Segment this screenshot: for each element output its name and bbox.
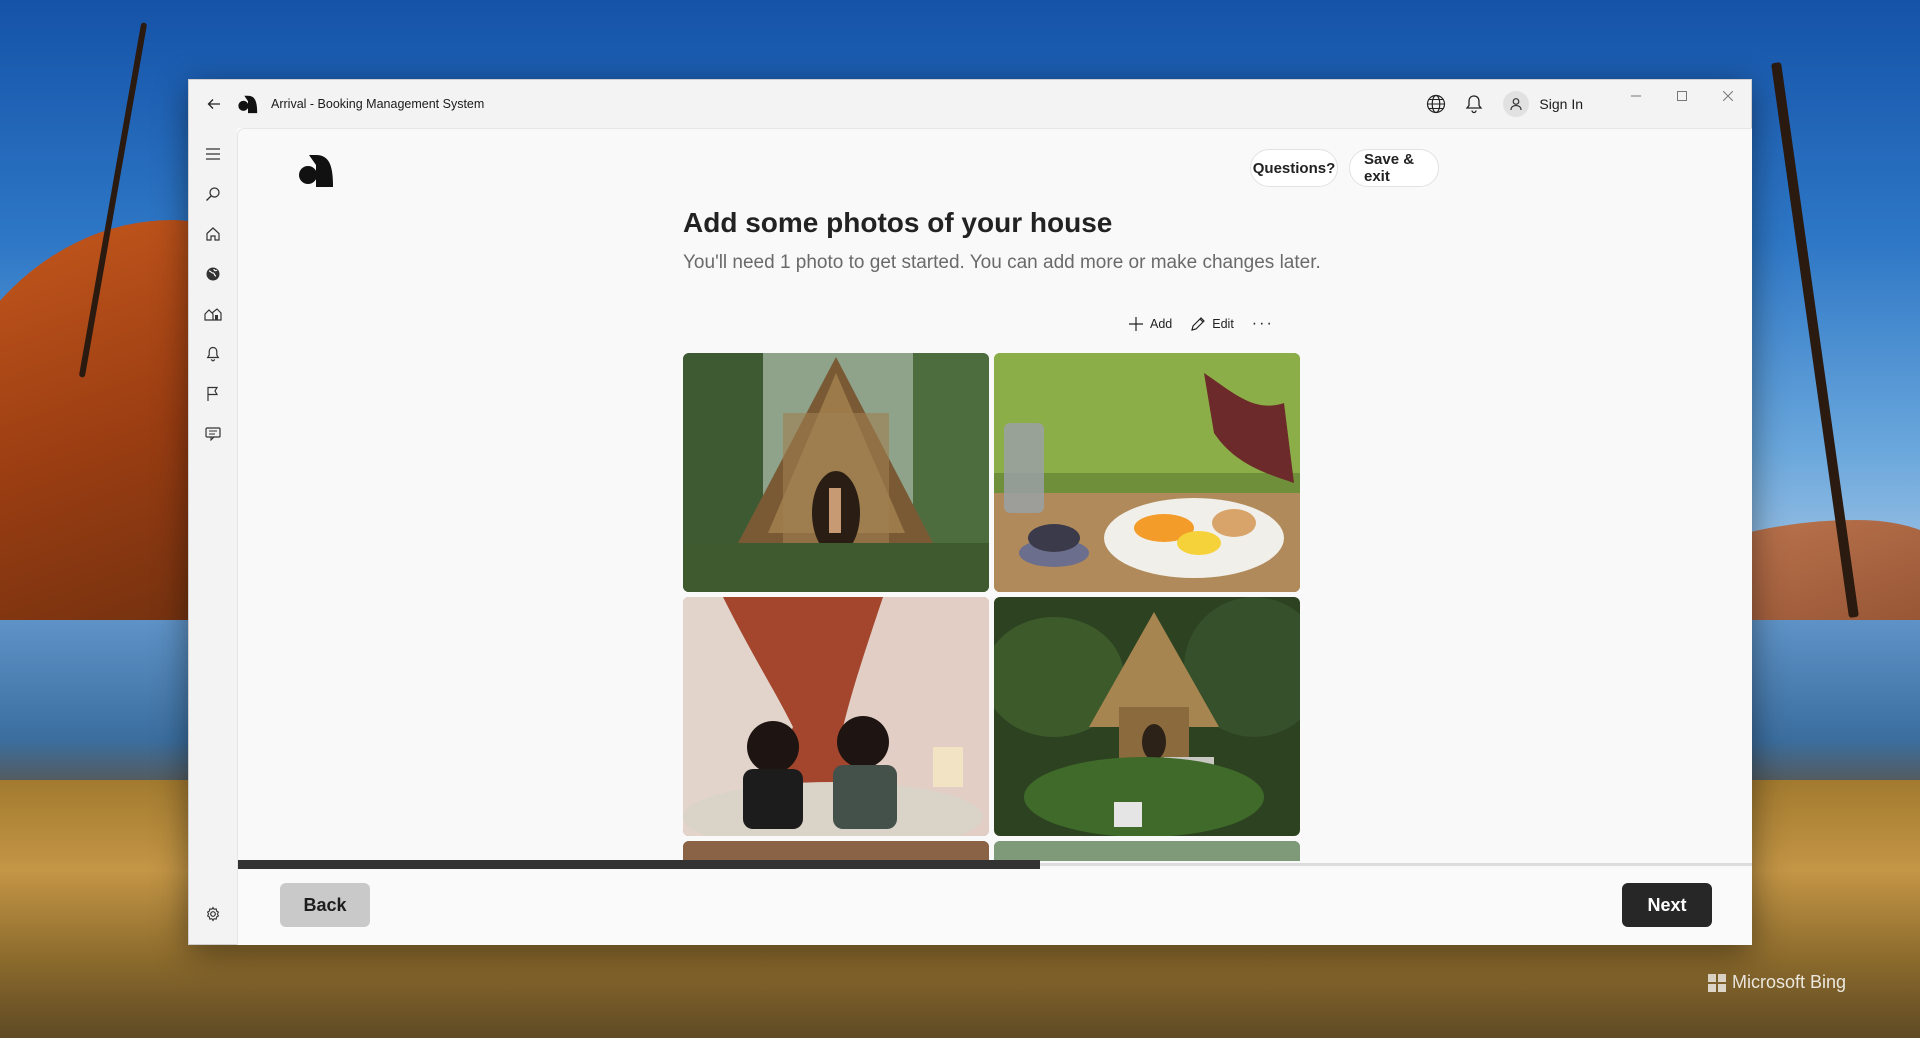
notification-bell-icon[interactable]: [1461, 91, 1487, 117]
minimize-button[interactable]: [1613, 80, 1659, 112]
photo-grid: [683, 353, 1303, 861]
search-icon[interactable]: [201, 182, 225, 206]
pencil-icon: [1191, 317, 1206, 331]
bing-watermark-text: Microsoft Bing: [1732, 972, 1847, 992]
flag-icon[interactable]: [201, 382, 225, 406]
windows-logo-icon: [1708, 973, 1726, 992]
page-subtitle: You'll need 1 photo to get started. You …: [683, 252, 1321, 273]
footer-bar: Back Next: [238, 869, 1752, 945]
globe-icon[interactable]: [201, 262, 225, 286]
brand-logo-icon: [299, 155, 333, 187]
back-arrow-icon[interactable]: [203, 93, 225, 115]
add-photo-button[interactable]: Add: [1128, 316, 1172, 332]
photo-landscape-partial[interactable]: [994, 841, 1300, 861]
next-button[interactable]: Next: [1622, 883, 1712, 927]
globe-icon[interactable]: [1423, 91, 1449, 117]
page-title: Add some photos of your house: [683, 207, 1113, 238]
progress-bar: [238, 860, 1041, 869]
maximize-button[interactable]: [1659, 80, 1705, 112]
photo-hut-in-garden[interactable]: [994, 597, 1300, 836]
more-options-button[interactable]: ···: [1252, 315, 1274, 333]
back-button[interactable]: Back: [280, 883, 370, 927]
app-window: Arrival - Booking Management System Sign…: [188, 79, 1752, 945]
plus-icon: [1129, 317, 1143, 331]
houses-icon[interactable]: [201, 302, 225, 326]
questions-button[interactable]: Questions?: [1250, 149, 1338, 187]
bing-watermark: Microsoft Bing: [1708, 972, 1846, 993]
edit-photo-button[interactable]: Edit: [1190, 316, 1234, 332]
save-exit-button[interactable]: Save & exit: [1349, 149, 1439, 187]
chat-icon[interactable]: [201, 422, 225, 446]
title-bar: Arrival - Booking Management System Sign…: [189, 80, 1751, 128]
edit-photo-label: Edit: [1212, 317, 1234, 331]
main-content: Questions? Save & exit Add some photos o…: [237, 128, 1752, 945]
photo-interior-partial[interactable]: [683, 841, 989, 861]
bell-icon[interactable]: [201, 342, 225, 366]
app-logo-icon: [238, 95, 258, 114]
sign-in-link[interactable]: Sign In: [1539, 96, 1583, 112]
window-title: Arrival - Booking Management System: [271, 97, 485, 111]
photo-breakfast-table[interactable]: [994, 353, 1300, 592]
add-photo-label: Add: [1150, 317, 1173, 331]
user-avatar-icon[interactable]: [1503, 91, 1530, 117]
photo-toolbar: Add Edit ···: [1128, 311, 1274, 337]
photo-thatched-bamboo-house[interactable]: [683, 353, 989, 592]
photo-two-women-on-bed[interactable]: [683, 597, 989, 836]
home-icon[interactable]: [201, 222, 225, 246]
settings-icon[interactable]: [201, 902, 225, 926]
progress-track: [238, 860, 1752, 869]
nav-rail: [189, 128, 237, 944]
menu-icon[interactable]: [201, 142, 225, 166]
close-button[interactable]: [1705, 80, 1751, 112]
